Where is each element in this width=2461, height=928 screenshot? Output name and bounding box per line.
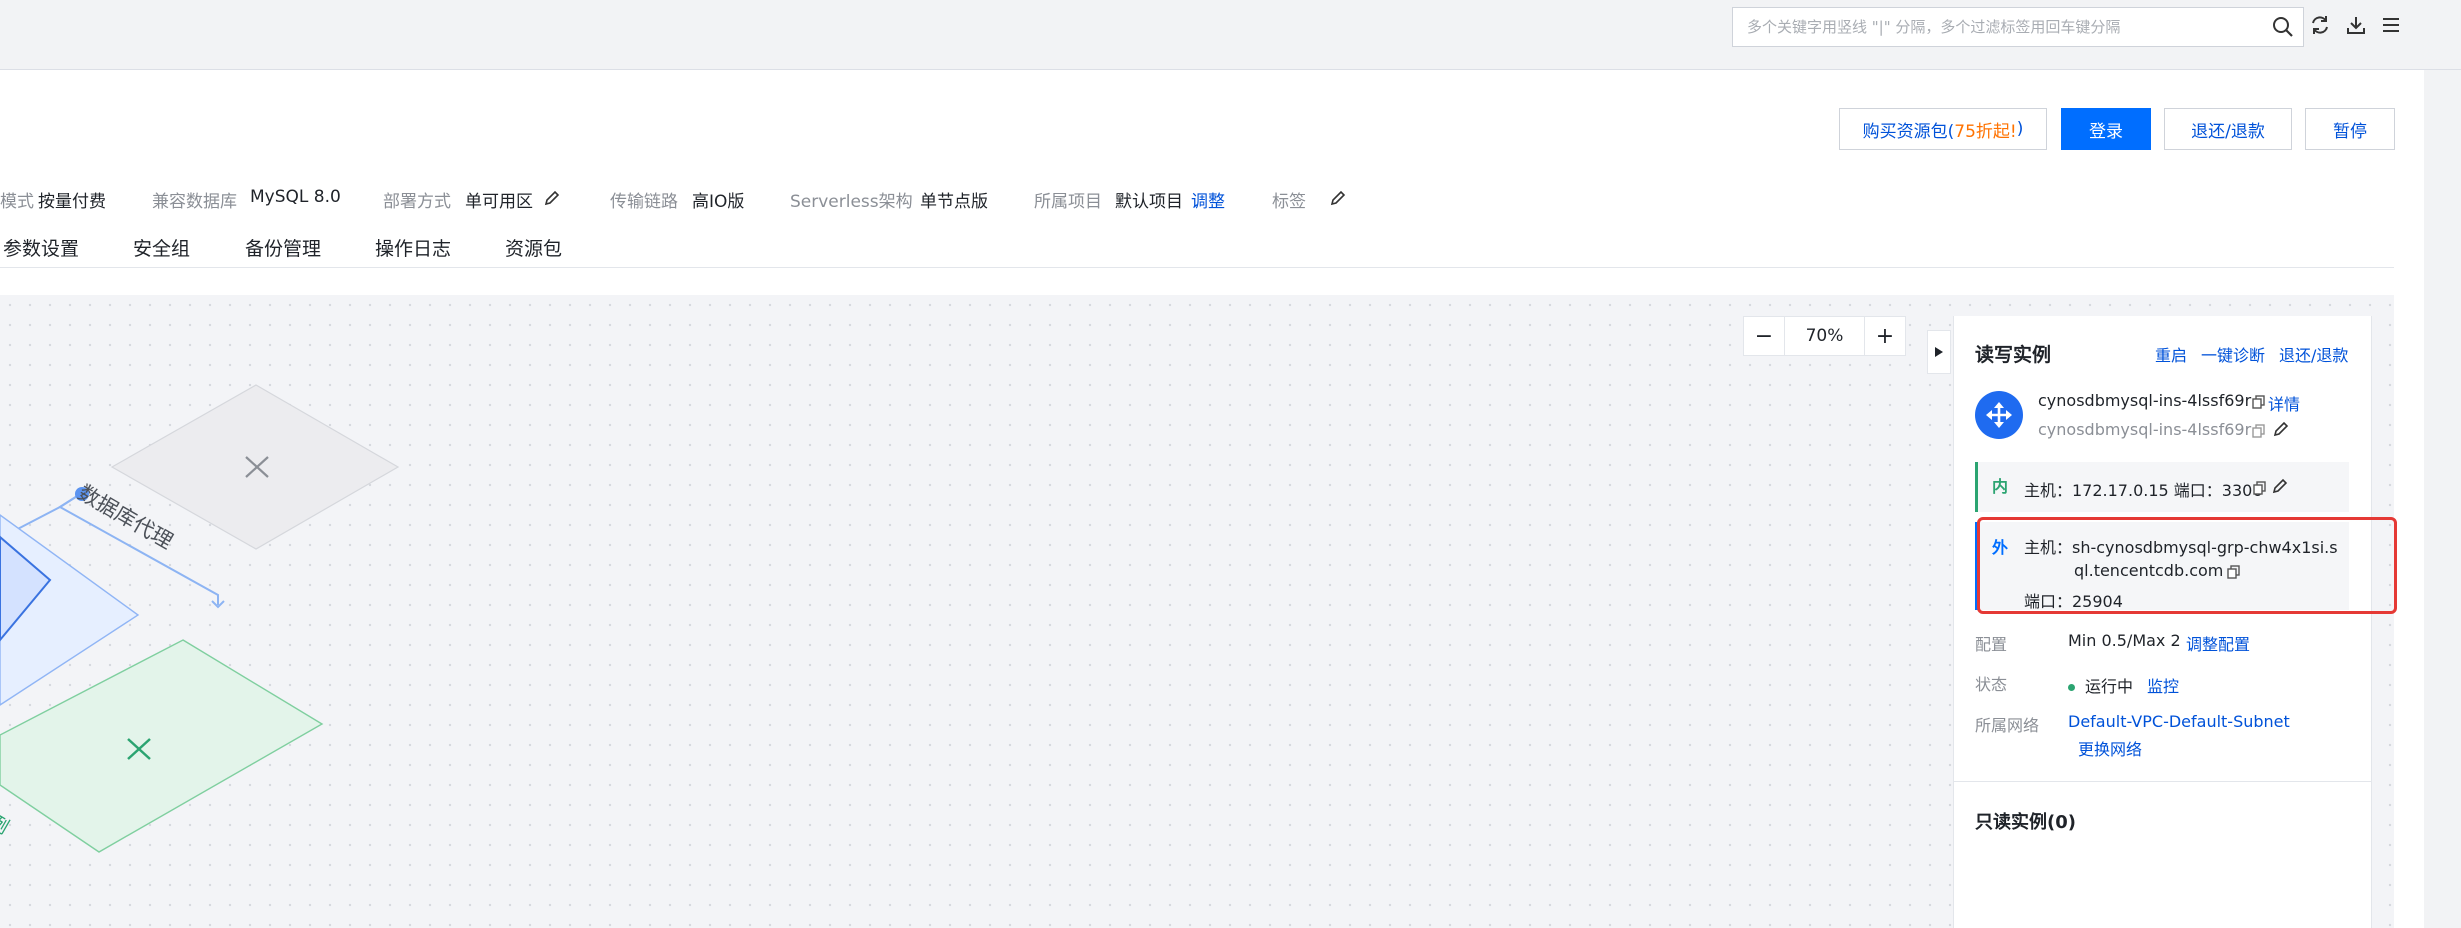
- edit-tag-icon[interactable]: [1329, 189, 1347, 212]
- menu-icon[interactable]: [2378, 12, 2404, 38]
- change-network-link[interactable]: 更换网络: [2078, 736, 2142, 760]
- link-value: 高IO版: [692, 192, 745, 212]
- edit-deploy-icon[interactable]: [543, 189, 561, 212]
- refund-button[interactable]: 退还/退款: [2164, 108, 2292, 150]
- compat-value: MySQL 8.0: [250, 187, 341, 207]
- panel-collapse-button[interactable]: [1927, 330, 1951, 374]
- tab-backup[interactable]: 备份管理: [245, 234, 321, 261]
- billing-value: 按量付费: [38, 192, 106, 212]
- zoom-in-button[interactable]: +: [1865, 317, 1905, 355]
- serverless-label: Serverless架构: [790, 192, 913, 212]
- topology-diagram: [0, 384, 400, 853]
- tab-resource-pack[interactable]: 资源包: [505, 234, 562, 261]
- ro-section-title: 只读实例(0): [1975, 812, 2076, 833]
- inner-network-box: 内 主机：172.17.0.15 端口：3306: [1975, 462, 2349, 512]
- copy-name-icon[interactable]: [2252, 423, 2266, 442]
- inner-badge: 内: [1992, 477, 2009, 496]
- instance-id: cynosdbmysql-ins-4lssf69r: [2038, 391, 2252, 410]
- refund-link[interactable]: 退还/退款: [2279, 342, 2348, 366]
- edit-inner-icon[interactable]: [2271, 477, 2289, 499]
- tab-params[interactable]: 参数设置: [3, 234, 79, 261]
- section-divider: [1954, 781, 2371, 782]
- project-value: 默认项目: [1115, 192, 1183, 212]
- top-toolbar: [0, 0, 2461, 70]
- caret-right-icon: [1935, 347, 1943, 357]
- config-label: 配置: [1975, 635, 2008, 654]
- tab-operation-log[interactable]: 操作日志: [375, 234, 451, 261]
- search-box[interactable]: [1732, 7, 2304, 47]
- restart-link[interactable]: 重启: [2155, 342, 2187, 366]
- config-value: Min 0.5/Max 2: [2068, 631, 2181, 650]
- billing-label: 模式: [0, 192, 34, 212]
- adjust-config-link[interactable]: 调整配置: [2186, 631, 2250, 655]
- status-value-wrap: 运行中: [2068, 673, 2133, 697]
- serverless-value: 单节点版: [920, 192, 988, 212]
- adjust-project-link[interactable]: 调整: [1191, 187, 1225, 212]
- buy-label: 购买资源包(: [1862, 121, 1955, 142]
- rw-section-title: 读写实例: [1975, 344, 2052, 366]
- zoom-value: 70%: [1784, 317, 1865, 355]
- deploy-value: 单可用区: [465, 192, 533, 212]
- zoom-out-button[interactable]: −: [1744, 317, 1784, 355]
- highlight-box: [1977, 517, 2397, 614]
- copy-inner-icon[interactable]: [2253, 480, 2267, 499]
- buy-resource-pack-button[interactable]: 购买资源包(75折起!): [1839, 108, 2047, 150]
- search-input[interactable]: [1747, 18, 2263, 36]
- buy-discount: 75折起!: [1954, 121, 2017, 142]
- refresh-icon[interactable]: [2307, 12, 2333, 38]
- tab-bar: 参数设置 安全组 备份管理 操作日志 资源包: [0, 230, 2394, 268]
- download-icon[interactable]: [2343, 12, 2369, 38]
- pause-button[interactable]: 暂停: [2305, 108, 2395, 150]
- zoom-control: − 70% +: [1743, 316, 1906, 356]
- compat-label: 兼容数据库: [152, 192, 237, 212]
- tab-security-group[interactable]: 安全组: [133, 234, 190, 261]
- running-dot: [2068, 684, 2075, 691]
- login-button[interactable]: 登录: [2061, 108, 2151, 150]
- move-instance-icon: [1975, 391, 2023, 439]
- project-label: 所属项目: [1034, 192, 1102, 212]
- status-label: 状态: [1975, 675, 2008, 694]
- instance-side-panel: 读写实例 重启 一键诊断 退还/退款 cynosdbmysql-ins-4lss…: [1953, 316, 2372, 928]
- network-value[interactable]: Default-VPC-Default-Subnet: [2068, 712, 2290, 731]
- monitor-link[interactable]: 监控: [2147, 673, 2179, 697]
- search-icon[interactable]: [2263, 8, 2303, 46]
- network-label: 所属网络: [1975, 716, 2040, 735]
- diagnose-link[interactable]: 一键诊断: [2201, 342, 2265, 366]
- buy-label-end: ): [2016, 119, 2024, 139]
- instance-name: cynosdbmysql-ins-4lssf69r: [2038, 420, 2252, 439]
- inner-host: 主机：172.17.0.15 端口：3306: [2024, 481, 2263, 500]
- status-value: 运行中: [2085, 677, 2134, 696]
- detail-link[interactable]: 详情: [2268, 391, 2300, 415]
- edit-name-icon[interactable]: [2272, 420, 2290, 442]
- tag-label: 标签: [1272, 192, 1306, 212]
- deploy-label: 部署方式: [383, 192, 451, 212]
- copy-id-icon[interactable]: [2252, 394, 2266, 413]
- link-label: 传输链路: [610, 192, 678, 212]
